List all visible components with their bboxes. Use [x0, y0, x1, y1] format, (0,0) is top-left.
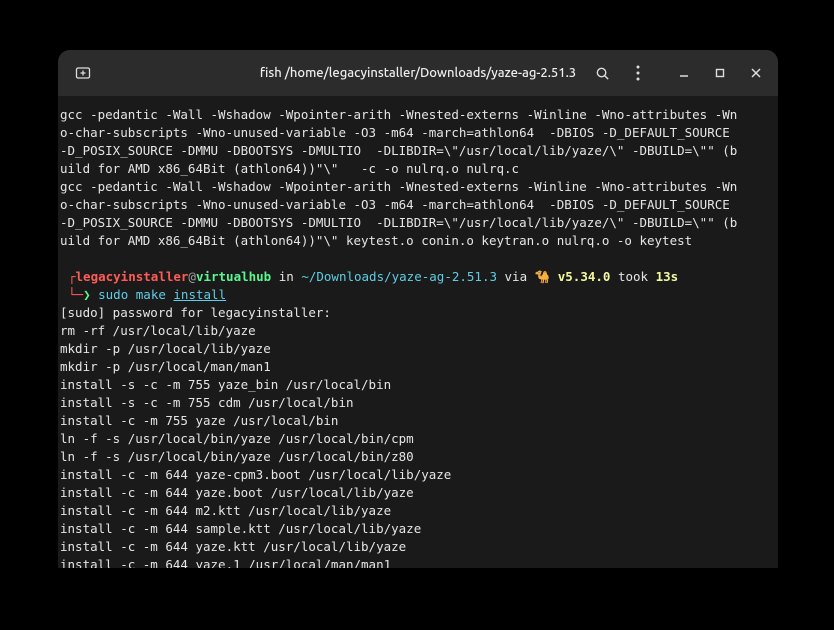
- output-line: ln -f -s /usr/local/bin/yaze /usr/local/…: [58, 448, 778, 466]
- prompt-duration: 13s: [656, 269, 679, 284]
- maximize-button[interactable]: [712, 65, 728, 81]
- output-line: install -c -m 644 yaze.ktt /usr/local/li…: [58, 538, 778, 556]
- output-line: install -c -m 644 yaze-cpm3.boot /usr/lo…: [58, 466, 778, 484]
- prompt-command-line: └─❯ sudo make install: [58, 286, 778, 304]
- output-line: gcc -pedantic -Wall -Wshadow -Wpointer-a…: [58, 106, 778, 124]
- terminal-body[interactable]: gcc -pedantic -Wall -Wshadow -Wpointer-a…: [58, 96, 778, 568]
- new-tab-icon[interactable]: [72, 62, 94, 84]
- output-line: install -s -c -m 755 cdm /usr/local/bin: [58, 394, 778, 412]
- output-line: o-char-subscripts -Wno-unused-variable -…: [58, 124, 778, 142]
- minimize-button[interactable]: [676, 65, 692, 81]
- output-line: uild for AMD x86_64Bit (athlon64))"\" ke…: [58, 232, 778, 250]
- output-line: [sudo] password for legacyinstaller:: [58, 304, 778, 322]
- output-line: install -s -c -m 755 yaze_bin /usr/local…: [58, 376, 778, 394]
- output-line: uild for AMD x86_64Bit (athlon64))"\" -c…: [58, 160, 778, 178]
- output-line: -D_POSIX_SOURCE -DMMU -DBOOTSYS -DMULTIO…: [58, 142, 778, 160]
- output-line: gcc -pedantic -Wall -Wshadow -Wpointer-a…: [58, 178, 778, 196]
- output-line: mkdir -p /usr/local/man/man1: [58, 358, 778, 376]
- cmd-make: make: [136, 287, 166, 302]
- output-line: rm -rf /usr/local/lib/yaze: [58, 322, 778, 340]
- output-line: install -c -m 644 m2.ktt /usr/local/lib/…: [58, 502, 778, 520]
- output-line: install -c -m 644 yaze.1 /usr/local/man/…: [58, 556, 778, 568]
- output-line: install -c -m 644 sample.ktt /usr/local/…: [58, 520, 778, 538]
- prompt-arrow: ❯: [83, 287, 91, 302]
- perl-version: v5.34.0: [550, 269, 610, 284]
- cmd-install: install: [173, 287, 226, 302]
- terminal-window: fish /home/legacyinstaller/Downloads/yaz…: [58, 50, 778, 568]
- close-button[interactable]: [748, 65, 764, 81]
- search-icon[interactable]: [594, 65, 610, 81]
- prompt-context-line: ┌legacyinstaller@virtualhub in ~/Downloa…: [58, 268, 778, 286]
- cmd-sudo: sudo: [98, 287, 128, 302]
- prompt-user: legacyinstaller: [76, 269, 189, 284]
- window-title: fish /home/legacyinstaller/Downloads/yaz…: [260, 66, 576, 80]
- menu-icon[interactable]: [630, 65, 646, 81]
- output-line: install -c -m 644 yaze.boot /usr/local/l…: [58, 484, 778, 502]
- output-line: install -c -m 755 yaze /usr/local/bin: [58, 412, 778, 430]
- output-line: o-char-subscripts -Wno-unused-variable -…: [58, 196, 778, 214]
- output-line: mkdir -p /usr/local/lib/yaze: [58, 340, 778, 358]
- perl-icon: 🐪: [535, 269, 551, 284]
- output-line: -D_POSIX_SOURCE -DMMU -DBOOTSYS -DMULTIO…: [58, 214, 778, 232]
- prompt-host: virtualhub: [196, 269, 271, 284]
- titlebar: fish /home/legacyinstaller/Downloads/yaz…: [58, 50, 778, 96]
- output-line: ln -f -s /usr/local/bin/yaze /usr/local/…: [58, 430, 778, 448]
- prompt-path: ~/Downloads/yaze-ag-2.51.3: [301, 269, 497, 284]
